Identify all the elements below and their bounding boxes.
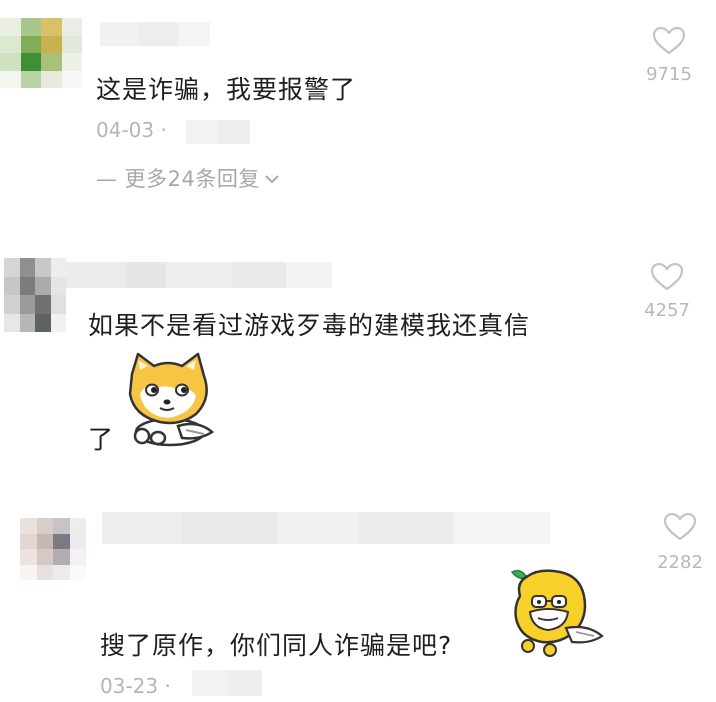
avatar[interactable]: [0, 18, 82, 88]
comment-text-line-1: 如果不是看过游戏歹毒的建模我还真信: [88, 311, 531, 340]
shiba-dog-sticker: [120, 350, 216, 450]
heart-outline-icon: [650, 262, 684, 291]
like-button[interactable]: 4257: [627, 262, 707, 326]
chevron-down-icon: [265, 175, 279, 184]
location-blurred: [186, 120, 250, 144]
heart-outline-icon: [663, 512, 697, 541]
heart-outline-icon: [652, 26, 686, 55]
like-button[interactable]: 2282: [640, 512, 716, 576]
username-blurred[interactable]: [100, 22, 210, 46]
more-replies-button[interactable]: — 更多24条回复: [96, 164, 281, 192]
more-replies-label: — 更多24条回复: [96, 167, 260, 191]
avatar[interactable]: [4, 258, 66, 332]
like-count: 4257: [644, 300, 690, 321]
comment-date: 03-23 ·: [100, 674, 171, 698]
like-count: 2282: [657, 552, 703, 573]
avatar[interactable]: [20, 518, 86, 580]
location-blurred: [192, 670, 262, 696]
like-button[interactable]: 9715: [629, 26, 709, 90]
comment-date: 04-03 ·: [96, 118, 167, 142]
comment-text: 搜了原作，你们同人诈骗是吧?: [100, 631, 453, 660]
lemon-character-sticker: [506, 566, 606, 658]
comment-text-line-2: 了: [88, 425, 115, 454]
like-count: 9715: [646, 64, 692, 85]
username-blurred[interactable]: [66, 262, 332, 288]
username-blurred[interactable]: [102, 512, 550, 544]
comment-text: 这是诈骗，我要报警了: [96, 75, 357, 104]
